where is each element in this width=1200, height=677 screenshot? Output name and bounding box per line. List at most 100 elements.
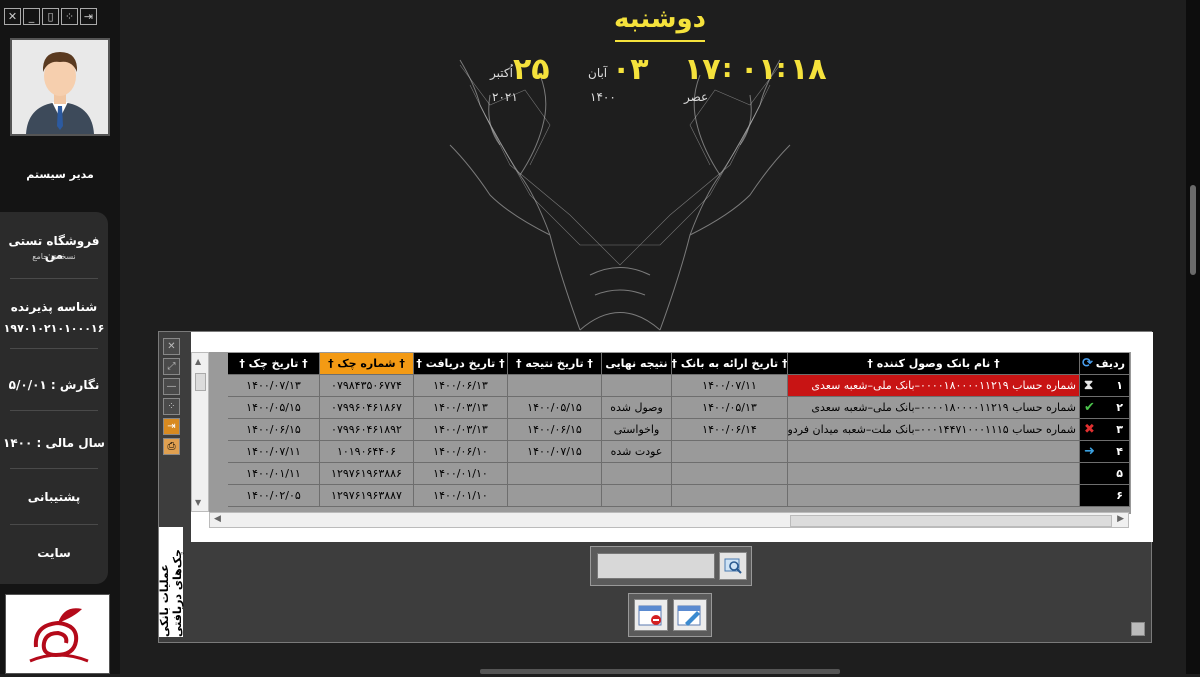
sidebar: ✕ _ ▯ ⁘ ⇥ مدیر سیستم فروشگاه تستی من نسخ…: [0, 0, 120, 674]
site-link[interactable]: سایت: [0, 546, 108, 560]
cell-result[interactable]: [602, 463, 672, 485]
cell-check-no[interactable]: ۰۷۹۹۶۰۴۶۱۸۹۲: [320, 419, 414, 441]
cell-result[interactable]: [602, 375, 672, 397]
restore-icon[interactable]: ▯: [42, 8, 59, 25]
calendar-delete-icon: [638, 605, 662, 626]
cell-check-date[interactable]: ۱۴۰۰/۰۶/۱۵: [228, 419, 320, 441]
cell-bank[interactable]: شماره حساب ۰۰۰۰۱۸۰۰۰۰۱۱۲۱۹–بانک ملی–شعبه…: [788, 375, 1080, 397]
cell-check-no[interactable]: ۰۷۹۸۴۳۵۰۶۷۷۴: [320, 375, 414, 397]
checks-grid[interactable]: ⟳ ردیف † نام بانک وصول کننده † † تاریخ ارائ…: [209, 352, 1131, 514]
hourglass-icon: ⧗: [1084, 378, 1094, 393]
exit-icon[interactable]: ⇥: [80, 8, 97, 25]
cell-receive-date[interactable]: ۱۴۰۰/۰۱/۱۰: [414, 485, 508, 507]
row-number-cell[interactable]: ✖ ۳: [1080, 419, 1130, 441]
close-icon[interactable]: ✕: [163, 338, 180, 355]
table-row[interactable]: ⧗ ۱ شماره حساب ۰۰۰۰۱۸۰۰۰۰۱۱۲۱۹–بانک ملی–شع…: [210, 375, 1130, 397]
cell-receive-date[interactable]: ۱۴۰۰/۰۶/۱۳: [414, 375, 508, 397]
column-header-row[interactable]: ⟳ ردیف: [1080, 353, 1130, 375]
cell-check-date[interactable]: ۱۴۰۰/۰۱/۱۱: [228, 463, 320, 485]
table-row[interactable]: ۵ ۱۴۰۰/۰۱/۱۰ ۱۲۹۷۶۱۹۶۳۸۸۶ ۱۴۰۰/۰۱/۱۱: [210, 463, 1130, 485]
cell-result[interactable]: [602, 485, 672, 507]
cell-check-date[interactable]: ۱۴۰۰/۰۷/۱۱: [228, 441, 320, 463]
column-header-bank[interactable]: † نام بانک وصول کننده †: [788, 353, 1080, 375]
cell-check-date[interactable]: ۱۴۰۰/۰۲/۰۵: [228, 485, 320, 507]
cell-receive-date[interactable]: ۱۴۰۰/۰۶/۱۰: [414, 441, 508, 463]
cell-result[interactable]: واخواستی: [602, 419, 672, 441]
maximize-icon[interactable]: ⤢: [163, 358, 180, 375]
day-underline: [615, 40, 705, 42]
column-header-submit[interactable]: † تاریخ ارائه به بانک †: [672, 353, 788, 375]
row-number-cell[interactable]: ⧗ ۱: [1080, 375, 1130, 397]
refresh-icon[interactable]: ⟳: [1082, 356, 1093, 371]
am-pm-label: عصر: [684, 90, 709, 104]
cell-result-date[interactable]: ۱۴۰۰/۰۷/۱۵: [508, 441, 602, 463]
minimize-icon[interactable]: —: [163, 378, 180, 395]
day-name: دوشنبه: [613, 4, 707, 34]
cell-submit[interactable]: ۱۴۰۰/۰۶/۱۴: [672, 419, 788, 441]
search-input[interactable]: [597, 553, 715, 579]
column-header-result[interactable]: نتیجه نهایی: [602, 353, 672, 375]
table-row[interactable]: ✔ ۲ شماره حساب ۰۰۰۰۱۸۰۰۰۰۱۱۲۱۹–بانک ملی–شع…: [210, 397, 1130, 419]
row-number: ۵: [1116, 467, 1123, 480]
cell-check-no[interactable]: ۱۰۱۹۰۶۴۴۰۶: [320, 441, 414, 463]
cell-result[interactable]: عودت شده: [602, 441, 672, 463]
exit-icon[interactable]: ⇥: [163, 418, 180, 435]
cell-receive-date[interactable]: ۱۴۰۰/۰۱/۱۰: [414, 463, 508, 485]
column-header-receive-date[interactable]: † تاریخ دریافت †: [414, 353, 508, 375]
row-number-cell[interactable]: ✔ ۲: [1080, 397, 1130, 419]
horizontal-scrollbar[interactable]: ◀ ▶: [209, 512, 1129, 528]
scroll-thumb[interactable]: [790, 515, 1112, 527]
search-button[interactable]: [719, 552, 747, 580]
window-title: عملیات بانکی چک‌های دریافتی: [158, 527, 184, 637]
edit-operation-button[interactable]: [673, 599, 707, 631]
column-header-check-no[interactable]: † شماره چک †: [320, 353, 414, 375]
column-header-result-date[interactable]: † تاریخ نتیجه †: [508, 353, 602, 375]
grid-icon[interactable]: ⁘: [163, 398, 180, 415]
persian-day: ۰۳: [612, 52, 649, 87]
row-number-cell[interactable]: ۵: [1080, 463, 1130, 485]
cell-check-no[interactable]: ۱۲۹۷۶۱۹۶۳۸۸۶: [320, 463, 414, 485]
grid-icon[interactable]: ⁘: [61, 8, 78, 25]
avatar[interactable]: [10, 38, 110, 136]
cell-result-date[interactable]: [508, 485, 602, 507]
cell-check-no[interactable]: ۱۲۹۷۶۱۹۶۳۸۸۷: [320, 485, 414, 507]
vertical-scrollbar[interactable]: ▲ ▼: [191, 352, 209, 512]
cell-check-date[interactable]: ۱۴۰۰/۰۵/۱۵: [228, 397, 320, 419]
cell-bank[interactable]: شماره حساب ۰۰۰۰۱۸۰۰۰۰۱۱۲۱۹–بانک ملی–شعبه…: [788, 397, 1080, 419]
gregorian-month: اُکتبر: [490, 66, 513, 80]
row-number-cell[interactable]: ➜ ۴: [1080, 441, 1130, 463]
right-scrollbar[interactable]: [1186, 0, 1200, 674]
row-number-cell[interactable]: ۶: [1080, 485, 1130, 507]
cell-result[interactable]: وصول شده: [602, 397, 672, 419]
cell-submit[interactable]: ۱۴۰۰/۰۷/۱۱: [672, 375, 788, 397]
column-header-check-date[interactable]: † تاریخ چک †: [228, 353, 320, 375]
cell-result-date[interactable]: [508, 375, 602, 397]
table-row[interactable]: ✖ ۳ شماره حساب ۰۰۰۱۴۴۷۱۰۰۰۱۱۱۵–بانک ملت–شع…: [210, 419, 1130, 441]
table-row[interactable]: ۶ ۱۴۰۰/۰۱/۱۰ ۱۲۹۷۶۱۹۶۳۸۸۷ ۱۴۰۰/۰۲/۰۵: [210, 485, 1130, 507]
support-link[interactable]: پشتیبانی: [0, 490, 108, 504]
cell-receive-date[interactable]: ۱۴۰۰/۰۳/۱۳: [414, 419, 508, 441]
cell-result-date[interactable]: ۱۴۰۰/۰۶/۱۵: [508, 419, 602, 441]
table-row[interactable]: ➜ ۴ عودت شده ۱۴۰۰/۰۷/۱۵ ۱۴۰۰/۰۶/۱۰ ۱۰۱۹۰۶۴۴۰۶…: [210, 441, 1130, 463]
print-icon[interactable]: ⎙: [163, 438, 180, 455]
scroll-thumb[interactable]: [1190, 185, 1196, 275]
delete-operation-button[interactable]: [634, 599, 668, 631]
cell-bank[interactable]: [788, 441, 1080, 463]
cell-bank[interactable]: [788, 485, 1080, 507]
bottom-scrollbar[interactable]: [480, 669, 840, 674]
minimize-icon[interactable]: _: [23, 8, 40, 25]
cell-bank[interactable]: [788, 463, 1080, 485]
cell-submit[interactable]: ۱۴۰۰/۰۵/۱۳: [672, 397, 788, 419]
cell-result-date[interactable]: [508, 463, 602, 485]
cell-submit[interactable]: [672, 463, 788, 485]
fiscal-year-label: سال مالی : ۱۴۰۰: [3, 436, 105, 450]
resize-grip[interactable]: [1131, 622, 1145, 636]
cell-check-no[interactable]: ۰۷۹۹۶۰۴۶۱۸۶۷: [320, 397, 414, 419]
close-icon[interactable]: ✕: [4, 8, 21, 25]
cell-submit[interactable]: [672, 485, 788, 507]
cell-result-date[interactable]: ۱۴۰۰/۰۵/۱۵: [508, 397, 602, 419]
cell-check-date[interactable]: ۱۴۰۰/۰۷/۱۳: [228, 375, 320, 397]
cell-bank[interactable]: شماره حساب ۰۰۰۱۴۴۷۱۰۰۰۱۱۱۵–بانک ملت–شعبه…: [788, 419, 1080, 441]
cell-submit[interactable]: [672, 441, 788, 463]
cell-receive-date[interactable]: ۱۴۰۰/۰۳/۱۳: [414, 397, 508, 419]
